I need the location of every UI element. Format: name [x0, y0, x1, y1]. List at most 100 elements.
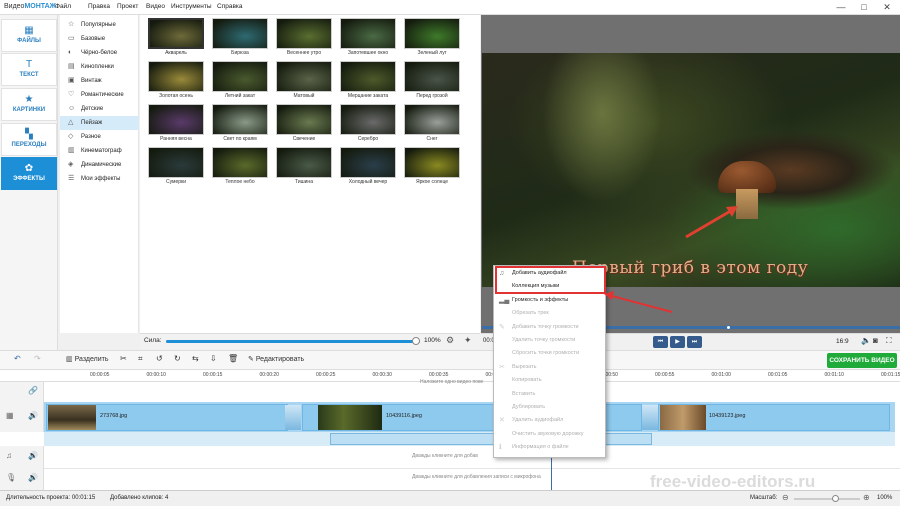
context-menu-item[interactable]: Копировать — [494, 374, 605, 387]
effect-thumbnail[interactable]: Мерцание заката — [339, 59, 397, 101]
aspect-ratio-select[interactable]: 16:9 — [836, 338, 849, 345]
save-video-button[interactable]: СОХРАНИТЬ ВИДЕО — [827, 353, 897, 368]
category-item[interactable]: ♡ Романтические — [60, 88, 139, 102]
nav-transitions[interactable]: ▚ ПЕРЕХОДЫ — [1, 123, 57, 156]
effect-thumbnail[interactable]: Акварель — [147, 16, 205, 58]
undo-icon[interactable]: ↶ — [14, 354, 21, 363]
effect-thumbnail[interactable]: Ранняя весна — [147, 102, 205, 144]
pointer-arrow-icon — [604, 291, 673, 313]
settings-icon[interactable]: ⚙ — [446, 335, 454, 346]
context-menu-item[interactable]: Вставить — [494, 388, 605, 401]
effect-thumbnail[interactable]: Зеленый луг — [403, 16, 461, 58]
category-item[interactable]: ▣ Винтаж — [60, 74, 139, 88]
category-item[interactable]: △ Пейзаж — [60, 116, 139, 130]
category-item[interactable]: ▤ Кинопленки — [60, 60, 139, 74]
zoom-slider[interactable] — [794, 495, 860, 502]
effect-thumbnail[interactable]: Золотая осень — [147, 59, 205, 101]
rotate-left-icon[interactable]: ↺ — [156, 354, 163, 363]
effect-thumbnail[interactable]: Бирюза — [211, 16, 269, 58]
category-item[interactable]: ▭ Базовые — [60, 32, 139, 46]
mic-volume-icon[interactable]: 🔊 — [28, 473, 38, 482]
nav-text[interactable]: T ТЕКСТ — [1, 53, 57, 86]
context-menu-item[interactable]: Очистить звуковую дорожку — [494, 428, 605, 441]
link-icon[interactable]: 🔗 — [28, 386, 38, 395]
nav-pictures[interactable]: ★ КАРТИНКИ — [1, 88, 57, 121]
effect-thumbnail[interactable]: Холодный вечер — [339, 145, 397, 187]
next-frame-icon[interactable]: ⏭ — [687, 336, 702, 348]
effect-thumbnail[interactable]: Летний закат — [211, 59, 269, 101]
minimize-icon[interactable]: — — [830, 1, 852, 14]
cut-icon[interactable]: ✂ — [120, 354, 127, 363]
prev-frame-icon[interactable]: ⏮ — [653, 336, 668, 348]
category-item[interactable]: ◇ Разное — [60, 130, 139, 144]
effect-thumbnail[interactable]: Тишина — [275, 145, 333, 187]
nav-effects[interactable]: ✿ ЭФФЕКТЫ — [1, 157, 57, 190]
zoom-in-icon[interactable]: ⊕ — [863, 493, 870, 502]
play-icon[interactable]: ▶ — [670, 336, 685, 348]
volume-icon[interactable]: 🔈 — [861, 336, 871, 345]
mic-track-hint[interactable]: Дважды кликните для добавления записи с … — [412, 474, 541, 480]
close-icon[interactable]: ✕ — [876, 1, 898, 14]
effect-thumbnail[interactable]: Снег — [403, 102, 461, 144]
context-menu-item[interactable]: Удалить точку громкости — [494, 334, 605, 347]
effects-gallery: Акварель Бирюза Весеннее утро Запотевшее ок… — [140, 15, 480, 333]
effect-thumbnail[interactable]: Теплое небо — [211, 145, 269, 187]
strength-slider[interactable] — [166, 337, 420, 345]
category-item[interactable]: ◐ Чёрно-белое — [60, 46, 139, 60]
maximize-icon[interactable]: □ — [853, 1, 875, 14]
nav-files[interactable]: ▦ ФАЙЛЫ — [1, 19, 57, 52]
effect-thumbnail[interactable]: Свечение — [275, 102, 333, 144]
zoom-handle[interactable] — [832, 495, 839, 502]
effect-preview-image — [276, 18, 332, 49]
mute-video-icon[interactable]: 🔊 — [28, 411, 38, 420]
wand-icon[interactable]: ✦ — [464, 335, 472, 346]
context-menu-item[interactable]: ▂▄ Громкость и эффекты — [494, 294, 605, 307]
watermark: free-video-editors.ru — [650, 472, 816, 491]
menu-edit[interactable]: Правка — [88, 3, 110, 10]
context-menu-item[interactable]: ✕ Удалить аудиофайл — [494, 414, 605, 427]
effect-thumbnail[interactable]: Запотевшее окно — [339, 16, 397, 58]
effect-thumbnail[interactable]: Сумерки — [147, 145, 205, 187]
category-item[interactable]: ☺ Детские — [60, 102, 139, 116]
effect-thumbnail[interactable]: Весеннее утро — [275, 16, 333, 58]
crop-icon[interactable]: ⌗ — [138, 354, 143, 364]
context-menu-item[interactable]: ✎ Добавить точку громкости — [494, 321, 605, 334]
effect-thumbnail[interactable]: Серебро — [339, 102, 397, 144]
context-menu-item[interactable]: ✂ Вырезать — [494, 361, 605, 374]
title-track-hint[interactable]: Наложите одно видео пове — [420, 379, 483, 385]
category-item[interactable]: ☰ Мои эффекты — [60, 172, 139, 186]
delete-icon[interactable]: 🗑 — [228, 354, 238, 363]
category-item[interactable]: ☆ Популярные — [60, 18, 139, 32]
edit-button[interactable]: ✎ Редактировать — [248, 355, 304, 363]
audio-volume-icon[interactable]: 🔊 — [28, 451, 38, 460]
export-frame-icon[interactable]: ⇩ — [210, 354, 217, 363]
menu-help[interactable]: Справка — [217, 3, 243, 10]
camera-icon[interactable]: ◙ — [873, 336, 878, 345]
redo-icon[interactable]: ↷ — [34, 354, 41, 363]
zoom-out-icon[interactable]: ⊖ — [782, 493, 789, 502]
category-item[interactable]: ▥ Кинематограф — [60, 144, 139, 158]
effect-thumbnail[interactable]: Яркое солнце — [403, 145, 461, 187]
rotate-right-icon[interactable]: ↻ — [174, 354, 181, 363]
context-menu-item[interactable]: Обрезать трек — [494, 307, 605, 320]
effect-thumbnail[interactable]: Перед грозой — [403, 59, 461, 101]
menu-project[interactable]: Проект — [117, 3, 138, 10]
effect-thumbnail[interactable]: Свет по краям — [211, 102, 269, 144]
ruler-tick: 00:01:05 — [768, 372, 788, 378]
transition-1[interactable] — [285, 405, 301, 430]
category-item[interactable]: ◈ Динамические — [60, 158, 139, 172]
context-menu-item[interactable]: Дублировать — [494, 401, 605, 414]
preview-progress-handle[interactable] — [726, 325, 731, 330]
menu-video[interactable]: Видео — [146, 3, 165, 10]
context-menu-item[interactable]: Сбросить точки громкости — [494, 347, 605, 360]
menu-tools[interactable]: Инструменты — [171, 3, 212, 10]
context-menu-item[interactable]: ℹ Информация о файле — [494, 441, 605, 454]
effect-thumbnail[interactable]: Матовый — [275, 59, 333, 101]
transition-2[interactable] — [642, 405, 658, 430]
strength-handle[interactable] — [412, 337, 420, 345]
fullscreen-icon[interactable]: ⛶ — [886, 336, 892, 346]
audio-track-hint[interactable]: Дважды кликните для добав — [412, 453, 478, 459]
menu-file[interactable]: Файл — [55, 3, 71, 10]
replace-icon[interactable]: ⇆ — [192, 354, 199, 363]
split-button[interactable]: ▥ Разделить — [66, 355, 108, 363]
